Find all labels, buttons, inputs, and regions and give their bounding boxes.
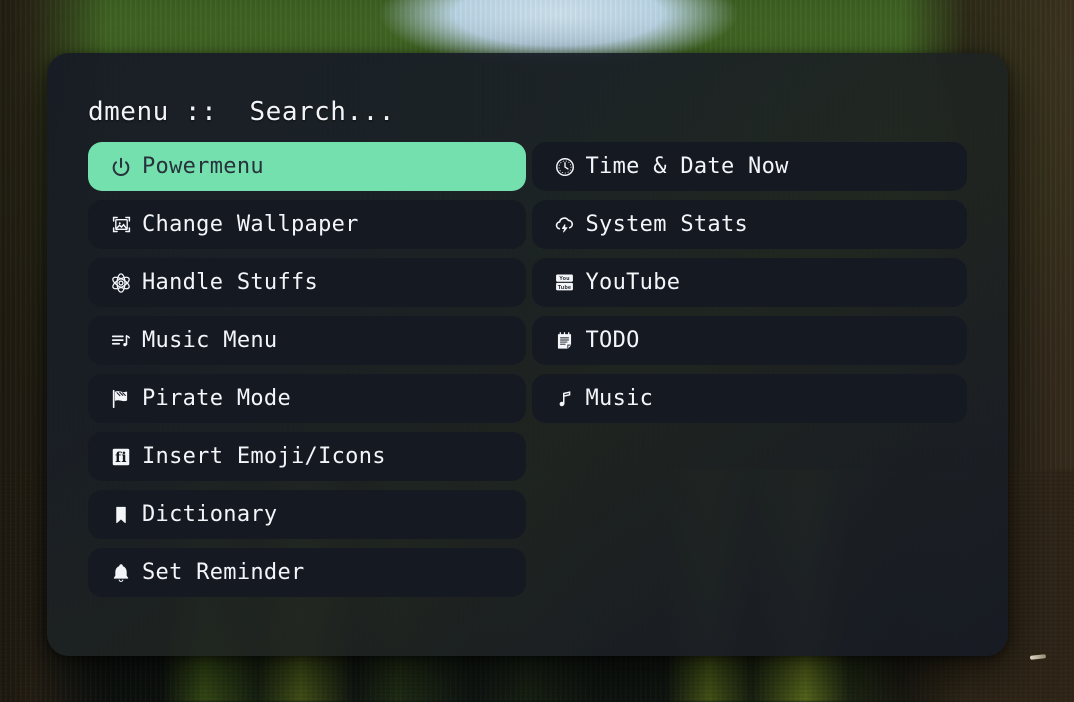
desktop: dmenu :: Search... Powermenu Change Wall… <box>0 0 1074 702</box>
bell-icon <box>106 560 136 586</box>
dmenu-left-column: Powermenu Change Wallpaper Handle Stuffs… <box>88 142 526 597</box>
clock-icon <box>550 154 580 180</box>
dmenu-right-column: Time & Date Now System Stats You Tube You… <box>531 142 967 597</box>
playlist-music-icon <box>106 328 136 354</box>
notepad-icon <box>550 328 580 354</box>
menu-item-handle-stuffs[interactable]: Handle Stuffs <box>88 258 526 307</box>
glyph-fi-icon: fi <box>106 444 136 470</box>
menu-item-label: Insert Emoji/Icons <box>142 444 386 469</box>
dmenu-panel: dmenu :: Search... Powermenu Change Wall… <box>47 53 1008 656</box>
dmenu-prompt[interactable]: dmenu :: Search... <box>88 97 395 127</box>
menu-item-label: Music Menu <box>142 328 278 353</box>
cloud-lightning-icon <box>550 212 580 238</box>
menu-item-change-wallpaper[interactable]: Change Wallpaper <box>88 200 526 249</box>
menu-item-system-stats[interactable]: System Stats <box>531 200 967 249</box>
menu-item-label: Dictionary <box>142 502 278 527</box>
svg-text:Tube: Tube <box>558 285 572 291</box>
menu-item-music[interactable]: Music <box>531 374 967 423</box>
power-icon <box>106 154 136 180</box>
menu-item-label: Change Wallpaper <box>142 212 359 237</box>
menu-item-label: Music <box>585 386 654 411</box>
menu-item-insert-emoji-icons[interactable]: fi Insert Emoji/Icons <box>88 432 526 481</box>
menu-item-label: TODO <box>585 328 640 353</box>
menu-item-label: YouTube <box>585 270 681 295</box>
menu-item-music-menu[interactable]: Music Menu <box>88 316 526 365</box>
menu-item-label: Handle Stuffs <box>142 270 319 295</box>
menu-item-pirate-mode[interactable]: Pirate Mode <box>88 374 526 423</box>
svg-text:fi: fi <box>115 450 127 466</box>
image-icon <box>106 212 136 238</box>
menu-item-label: Set Reminder <box>142 560 305 585</box>
svg-text:You: You <box>559 276 570 282</box>
menu-item-label: Powermenu <box>142 154 264 179</box>
menu-item-powermenu[interactable]: Powermenu <box>88 142 526 191</box>
menu-item-label: System Stats <box>585 212 749 237</box>
menu-item-todo[interactable]: TODO <box>531 316 967 365</box>
bookmark-icon <box>106 502 136 528</box>
menu-item-set-reminder[interactable]: Set Reminder <box>88 548 526 597</box>
menu-item-dictionary[interactable]: Dictionary <box>88 490 526 539</box>
menu-item-label: Pirate Mode <box>142 386 291 411</box>
menu-item-youtube[interactable]: You Tube YouTube <box>531 258 967 307</box>
atom-icon <box>106 270 136 296</box>
music-note-icon <box>550 386 580 412</box>
menu-item-time-date-now[interactable]: Time & Date Now <box>531 142 967 191</box>
youtube-icon: You Tube <box>550 270 580 296</box>
flag-icon <box>106 386 136 412</box>
menu-item-label: Time & Date Now <box>585 154 789 179</box>
dmenu-item-columns: Powermenu Change Wallpaper Handle Stuffs… <box>88 142 967 597</box>
